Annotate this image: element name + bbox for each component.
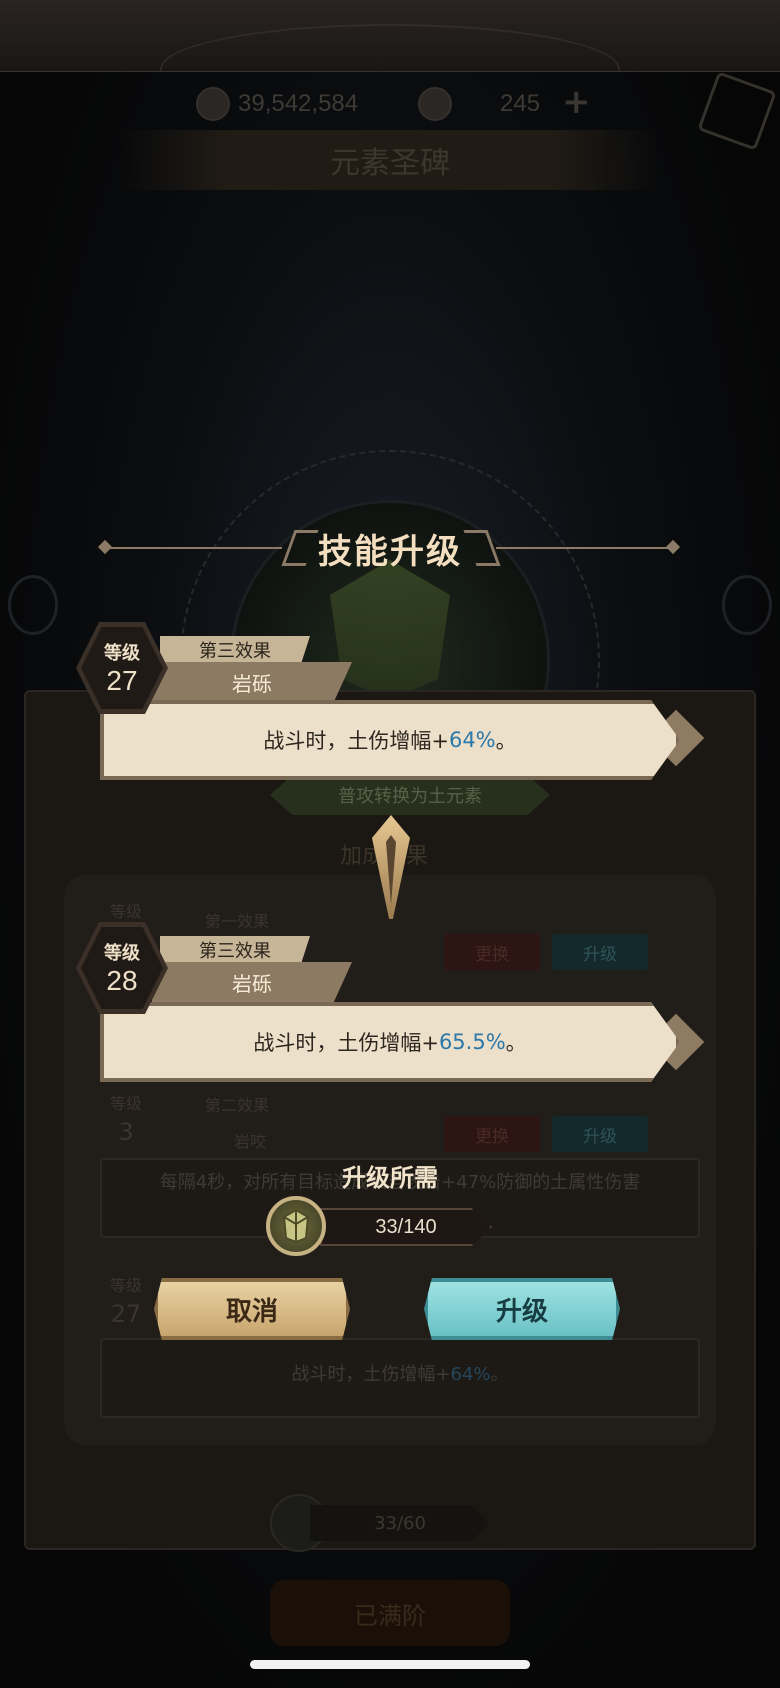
gold-amount: 39,542,584 xyxy=(238,90,359,117)
upgrade-button[interactable]: 升级 xyxy=(552,934,648,970)
current-effect-card: 战斗时，土伤增幅+ 64%。 xyxy=(100,700,680,780)
bg-row1-effect: 第一效果 xyxy=(204,912,269,931)
next-effect-tag: 第三效果 xyxy=(160,936,310,964)
dialog-title: 技能升级 xyxy=(318,532,462,572)
replace-button[interactable]: 更换 xyxy=(444,1116,540,1152)
bg-row2-name: 岩咬 xyxy=(233,1132,266,1151)
bg-row3-desc: 战斗时，土伤增幅+64%。 xyxy=(291,1364,509,1385)
top-status-strip xyxy=(0,0,780,114)
confirm-upgrade-button[interactable]: 升级 xyxy=(424,1278,620,1340)
title-divider-right xyxy=(496,547,674,549)
upgrade-button[interactable]: 升级 xyxy=(552,1116,648,1152)
next-skill-name: 岩砾 xyxy=(152,962,352,1006)
fire-icon xyxy=(722,575,772,635)
bg-material-counter: 33/60 xyxy=(310,1505,490,1541)
element-effect-banner: 普攻转换为土元素 xyxy=(270,775,550,815)
requirement-title: 升级所需 xyxy=(342,1164,438,1192)
bg-row2-effect: 第二效果 xyxy=(204,1096,269,1115)
title-divider-left xyxy=(104,547,282,549)
cancel-button[interactable]: 取消 xyxy=(154,1278,350,1340)
next-effect-card: 战斗时，土伤增幅+ 65.5%。 xyxy=(100,1002,680,1082)
gold-coin-icon xyxy=(196,87,230,121)
gem-icon xyxy=(418,87,452,121)
gold-counter: 39,542,584 xyxy=(196,84,358,124)
gem-amount: 245 xyxy=(500,90,541,117)
earth-crystal-icon xyxy=(266,1196,326,1256)
replace-button[interactable]: 更换 xyxy=(444,934,540,970)
home-indicator[interactable] xyxy=(250,1660,530,1669)
fire-icon xyxy=(8,575,58,635)
current-skill-name: 岩砾 xyxy=(152,662,352,706)
max-tier-button: 已满阶 xyxy=(270,1580,510,1646)
add-gems-button[interactable]: + xyxy=(562,82,591,122)
current-effect-tag: 第三效果 xyxy=(160,636,310,664)
requirement-counter: 33/140 xyxy=(320,1208,492,1246)
gem-counter: 245 xyxy=(418,84,540,124)
screen-title: 元素圣碑 xyxy=(120,130,660,190)
